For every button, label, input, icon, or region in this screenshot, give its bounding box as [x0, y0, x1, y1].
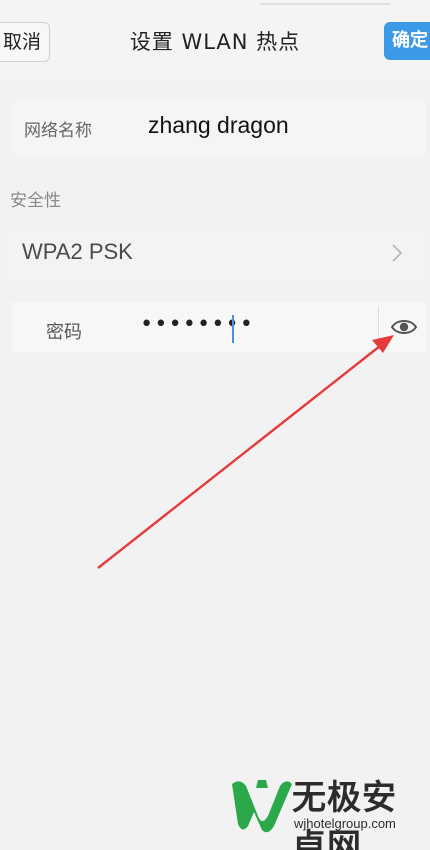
watermark-title: 无极安卓网	[292, 778, 397, 850]
network-name-row[interactable]: 网络名称 zhang dragon	[12, 100, 426, 156]
divider	[378, 306, 379, 350]
confirm-button[interactable]: 确定	[384, 22, 430, 60]
text-cursor	[232, 315, 234, 343]
security-selector[interactable]: WPA2 PSK	[8, 226, 426, 282]
password-label: 密码	[46, 322, 82, 343]
watermark-logo-icon	[232, 780, 292, 833]
network-name-label: 网络名称	[24, 121, 92, 141]
password-row[interactable]: 密码 ••••••••	[12, 302, 426, 352]
network-name-input[interactable]: zhang dragon	[148, 112, 289, 139]
security-section-title: 安全性	[10, 191, 61, 211]
watermark: 无极安卓网 wjhotelgroup.com	[228, 768, 424, 850]
top-bar: 取消 设置 WLAN 热点 确定	[0, 0, 430, 78]
page-title: 设置 WLAN 热点	[129, 30, 301, 54]
wlan-hotspot-settings-screen: 取消 设置 WLAN 热点 确定 网络名称 zhang dragon 安全性 W…	[0, 0, 430, 850]
security-value: WPA2 PSK	[22, 239, 133, 264]
eye-icon[interactable]	[390, 316, 418, 338]
status-bar-remnant	[260, 0, 390, 5]
chevron-right-icon	[392, 244, 403, 262]
password-input[interactable]: ••••••••	[140, 312, 254, 337]
watermark-url: wjhotelgroup.com	[294, 816, 396, 831]
